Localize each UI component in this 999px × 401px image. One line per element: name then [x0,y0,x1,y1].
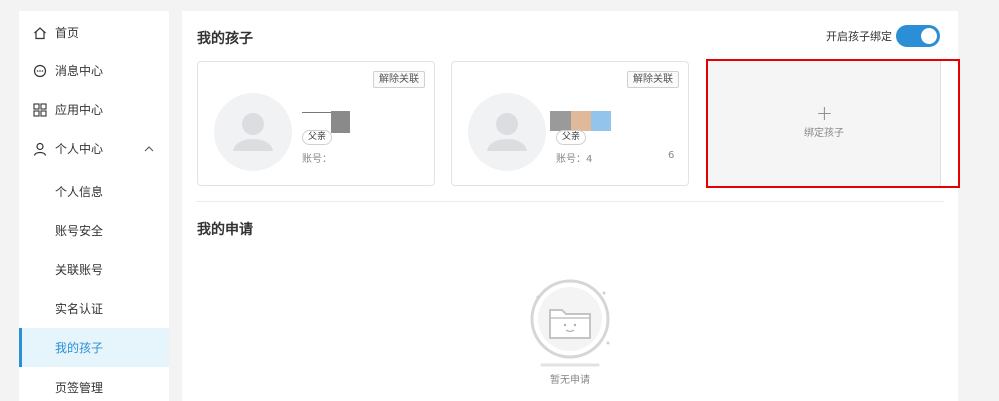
sidebar-subitem-linked-accounts[interactable]: 关联账号 [19,250,169,289]
toggle-label: 开启孩子绑定 [826,30,892,43]
child-account-suffix: 6 [668,150,675,161]
apps-icon [33,102,47,117]
redacted-name-block [331,111,350,133]
redacted-name-mark [302,112,331,113]
sidebar-subitem-real-name[interactable]: 实名认证 [19,289,169,328]
children-section-title: 我的孩子 [197,31,253,47]
unbind-button[interactable]: 解除关联 [627,71,679,88]
sidebar-item-label: 首页 [55,26,80,40]
empty-state-text: 暂无申请 [550,375,590,386]
child-account: 账号：4 [556,154,593,165]
sidebar-subitem-my-children[interactable]: 我的孩子 [19,328,169,367]
message-icon [33,64,47,78]
sidebar-subitem-label: 我的孩子 [55,341,104,355]
main-panel: 我的孩子 开启孩子绑定 解除关联 父亲 账号： 解除关联 父亲 账号：4 6 +… [182,11,960,401]
sidebar: 首页 消息中心 应用中心 个人中心 个人信息 账号安全 关联账号 实名认证 我的… [19,11,169,401]
relation-badge: 父亲 [302,130,333,145]
sidebar-item-label: 应用中心 [55,103,104,117]
child-account: 账号： [302,154,332,165]
redacted-name-block [591,111,611,131]
applications-section-title: 我的申请 [197,222,253,238]
sidebar-item-home[interactable]: 首页 [19,13,169,52]
sidebar-subitem-tab-management[interactable]: 页签管理 [19,368,169,401]
relation-badge: 父亲 [556,130,587,145]
child-card: 解除关联 父亲 账号：4 6 [451,61,689,186]
sidebar-subitem-account-security[interactable]: 账号安全 [19,211,169,250]
section-divider [196,201,944,202]
sidebar-item-messages[interactable]: 消息中心 [19,51,169,90]
child-binding-toggle-row: 开启孩子绑定 [826,25,940,47]
sidebar-subitem-label: 个人信息 [55,185,104,199]
sidebar-item-label: 消息中心 [55,64,104,78]
highlight-box [706,59,960,188]
chevron-up-icon[interactable] [143,143,155,155]
sidebar-item-apps[interactable]: 应用中心 [19,90,169,129]
sidebar-item-personal-center[interactable]: 个人中心 [19,129,169,168]
sidebar-subitem-personal-info[interactable]: 个人信息 [19,172,169,211]
user-icon [33,142,47,156]
child-binding-toggle[interactable] [896,25,940,47]
child-avatar [468,93,546,171]
child-card: 解除关联 父亲 账号： [197,61,435,186]
sidebar-subitem-label: 账号安全 [55,224,104,238]
sidebar-subitem-label: 页签管理 [55,381,104,395]
sidebar-item-label: 个人中心 [55,142,104,156]
redacted-name-block [571,111,591,131]
unbind-button[interactable]: 解除关联 [373,71,425,88]
empty-folder-icon [522,273,622,373]
redacted-name-block [550,111,571,131]
home-icon [33,26,47,40]
child-avatar [214,93,292,171]
sidebar-subitem-label: 实名认证 [55,302,104,316]
toggle-knob [921,28,937,44]
sidebar-subitem-label: 关联账号 [55,263,104,277]
